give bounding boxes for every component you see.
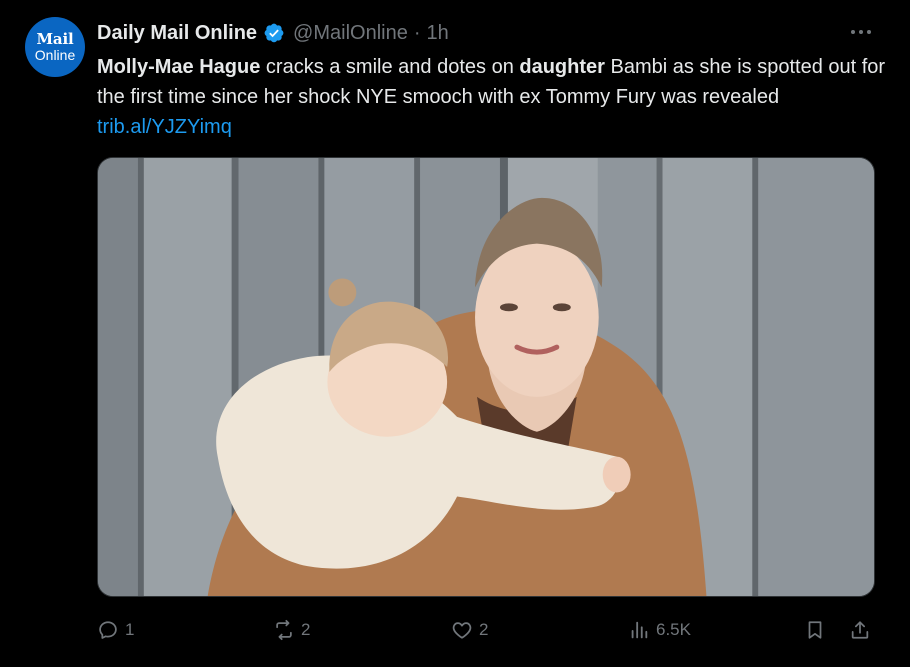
separator-dot: · <box>413 21 421 44</box>
verified-badge-icon <box>263 22 285 44</box>
tweet-link[interactable]: trib.al/YJZYimq <box>97 116 232 138</box>
tweet-actions: 1 2 2 6.5K <box>97 612 877 648</box>
tweet-header: Daily Mail Online @MailOnline · 1h <box>97 19 449 47</box>
tweet-text: Molly-Mae Hague cracks a smile and dotes… <box>97 52 887 142</box>
tweet-photo[interactable] <box>97 157 875 597</box>
views-count: 6.5K <box>656 620 691 639</box>
views-button[interactable]: 6.5K <box>628 612 691 648</box>
more-options-icon[interactable] <box>846 20 876 44</box>
bookmark-icon <box>808 621 822 639</box>
avatar-logo-line1: Mail <box>36 30 74 48</box>
author-name[interactable]: Daily Mail Online <box>97 22 257 45</box>
views-icon <box>631 621 648 639</box>
repost-icon <box>276 619 292 641</box>
tweet-text-bold-name: Molly-Mae Hague <box>97 56 261 78</box>
author-handle[interactable]: @MailOnline <box>293 22 408 45</box>
like-count: 2 <box>479 620 489 639</box>
post-time[interactable]: 1h <box>427 22 449 45</box>
photo-illustration <box>98 158 874 596</box>
reply-button[interactable]: 1 <box>97 612 134 648</box>
heart-icon <box>452 622 472 639</box>
repost-count: 2 <box>301 620 311 639</box>
bookmark-button[interactable] <box>804 612 826 648</box>
like-button[interactable]: 2 <box>451 612 488 648</box>
avatar[interactable]: Mail Online <box>25 17 85 77</box>
tweet-text-bold-word: daughter <box>519 56 605 78</box>
share-button[interactable] <box>849 612 871 648</box>
reply-icon <box>99 621 117 639</box>
avatar-logo-line2: Online <box>34 47 76 63</box>
tweet-text-part: cracks a smile and dotes on <box>260 56 520 78</box>
reply-count: 1 <box>125 620 135 639</box>
repost-button[interactable]: 2 <box>273 612 310 648</box>
share-icon <box>851 621 869 639</box>
tweet[interactable]: Mail Online Daily Mail Online @MailOnlin… <box>0 0 910 667</box>
